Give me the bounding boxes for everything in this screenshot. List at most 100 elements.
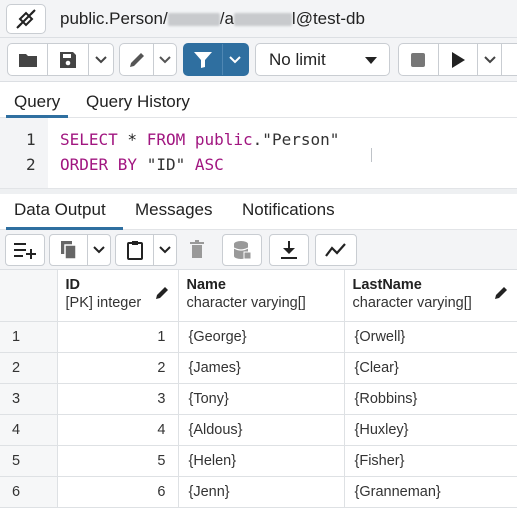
more-toolbar-button[interactable] [502,44,517,75]
cell-name[interactable]: {George} [178,321,345,353]
edit-button[interactable] [120,44,154,75]
cell-name[interactable]: {Helen} [178,445,345,477]
save-icon [60,51,76,68]
chevron-down-icon [159,246,171,254]
add-row-icon [14,243,36,259]
open-file-button[interactable] [8,44,48,75]
pencil-icon [494,287,507,299]
tab-data-output[interactable]: Data Output [14,200,106,220]
save-options-dropdown[interactable] [89,44,113,75]
file-button-group [7,43,114,76]
row-number[interactable]: 3 [0,383,58,415]
stop-button[interactable] [399,44,439,75]
table-row[interactable]: 5 5 {Helen} {Fisher} [0,445,517,477]
add-row-button[interactable] [6,235,44,265]
cell-id[interactable]: 1 [57,321,179,353]
download-icon [281,241,297,259]
chevron-down-icon [159,55,171,63]
results-grid: ID [PK] integer Name character varying[]… [0,270,517,514]
line-number: 1 [26,130,36,149]
row-limit-select[interactable]: No limit [255,43,390,76]
cell-id[interactable]: 6 [57,476,179,508]
sql-editor[interactable]: 1 2 SELECT * FROM public."Person" ORDER … [0,118,517,188]
delete-group [180,234,214,266]
copy-options-dropdown[interactable] [88,235,110,265]
filter-button[interactable] [184,44,223,75]
stop-icon [411,52,426,67]
cell-name[interactable]: {Jenn} [178,476,345,508]
row-number[interactable]: 2 [0,352,58,384]
connection-prefix: public.Person/ [60,9,168,28]
clipboard-icon [126,241,143,260]
play-icon [451,51,465,68]
connection-mid: /a [219,9,234,28]
row-number[interactable]: 6 [0,476,58,508]
row-number-header[interactable] [0,270,58,322]
disconnected-plug-icon[interactable] [6,4,46,34]
cell-lastname[interactable]: {Clear} [344,352,517,384]
cell-id[interactable]: 2 [57,352,179,384]
tab-query-history[interactable]: Query History [86,92,190,112]
results-table: ID [PK] integer Name character varying[]… [0,270,517,508]
execute-button[interactable] [439,44,479,75]
column-header-name[interactable]: Name character varying[] [178,270,345,322]
connection-label[interactable]: public.Person/ /a l@test-db [60,9,365,29]
code-token: * [117,130,147,149]
delete-row-button[interactable] [180,234,214,264]
chevron-down-icon [229,55,242,63]
table-row[interactable]: 1 1 {George} {Orwell} [0,321,517,353]
row-number[interactable]: 4 [0,414,58,446]
cell-lastname[interactable]: {Granneman} [344,476,517,508]
copy-button[interactable] [50,235,88,265]
column-type: character varying[] [186,295,306,311]
table-row[interactable]: 4 4 {Aldous} {Huxley} [0,414,517,446]
execute-options-dropdown[interactable] [478,44,503,75]
save-data-button[interactable] [223,235,261,265]
save-data-group [222,234,262,266]
edit-options-dropdown[interactable] [154,44,176,75]
tab-messages[interactable]: Messages [135,200,212,220]
row-number[interactable]: 5 [0,445,58,477]
column-header-id[interactable]: ID [PK] integer [57,270,179,322]
line-number-gutter [0,118,48,188]
cell-name[interactable]: {Aldous} [178,414,345,446]
header-row: ID [PK] integer Name character varying[]… [0,270,517,322]
tab-query[interactable]: Query [14,92,60,112]
tab-notifications[interactable]: Notifications [242,200,335,220]
paste-group [115,234,177,266]
table-row[interactable]: 2 2 {James} {Clear} [0,352,517,384]
code-token: "ID" [137,155,195,174]
copy-icon [60,241,77,260]
folder-icon [18,53,37,67]
cell-id[interactable]: 5 [57,445,179,477]
code-line-2: ORDER BY "ID" ASC [60,155,224,174]
cell-lastname[interactable]: {Orwell} [344,321,517,353]
copy-group [49,234,111,266]
add-row-group [5,234,45,266]
connection-suffix: l@test-db [291,9,365,28]
cell-name[interactable]: {James} [178,352,345,384]
paste-options-dropdown[interactable] [154,235,176,265]
download-button[interactable] [270,235,308,265]
cell-lastname[interactable]: {Robbins} [344,383,517,415]
table-row[interactable]: 3 3 {Tony} {Robbins} [0,383,517,415]
redacted-db [167,13,220,27]
chevron-down-icon [95,55,107,63]
code-token: ."Person" [252,130,340,149]
graph-visualiser-button[interactable] [316,235,356,265]
chevron-down-icon [483,55,496,63]
table-row[interactable]: 6 6 {Jenn} {Granneman} [0,476,517,508]
column-header-lastname[interactable]: LastName character varying[] [344,270,517,322]
cell-id[interactable]: 3 [57,383,179,415]
cell-id[interactable]: 4 [57,414,179,446]
cell-name[interactable]: {Tony} [178,383,345,415]
paste-button[interactable] [116,235,154,265]
caret-down-icon [365,57,377,64]
row-number[interactable]: 1 [0,321,58,353]
cell-lastname[interactable]: {Huxley} [344,414,517,446]
filter-options-dropdown[interactable] [223,44,248,75]
keyword: public [194,130,253,149]
cell-lastname[interactable]: {Fisher} [344,445,517,477]
save-button[interactable] [48,44,89,75]
